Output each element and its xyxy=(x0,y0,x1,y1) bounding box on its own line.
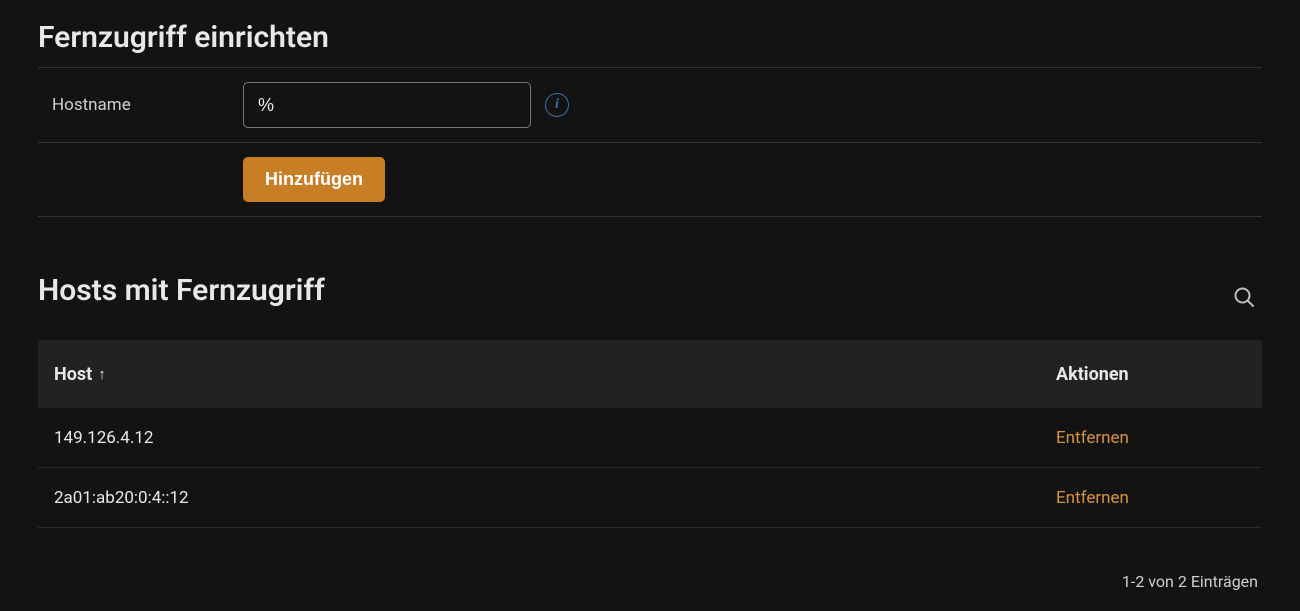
list-title: Hosts mit Fernzugriff xyxy=(38,273,325,308)
remove-link[interactable]: Entfernen xyxy=(1056,428,1129,448)
host-cell: 2a01:ab20:0:4::12 xyxy=(54,488,1056,508)
info-icon[interactable]: i xyxy=(545,93,569,117)
add-button[interactable]: Hinzufügen xyxy=(243,157,385,202)
hostname-row: Hostname i xyxy=(38,68,1262,143)
table-row: 2a01:ab20:0:4::12 Entfernen xyxy=(38,468,1262,528)
column-host-label: Host xyxy=(54,364,92,385)
hostname-input[interactable] xyxy=(243,82,531,128)
column-host[interactable]: Host ↑ xyxy=(54,364,1056,385)
table-row: 149.126.4.12 Entfernen xyxy=(38,408,1262,468)
hosts-table: Host ↑ Aktionen 149.126.4.12 Entfernen 2… xyxy=(38,340,1262,528)
search-icon xyxy=(1232,285,1256,309)
host-cell: 149.126.4.12 xyxy=(54,428,1056,448)
column-actions: Aktionen xyxy=(1056,364,1246,385)
hostname-label: Hostname xyxy=(38,95,243,115)
setup-title: Fernzugriff einrichten xyxy=(38,20,1262,55)
sort-ascending-icon: ↑ xyxy=(98,365,106,383)
remove-link[interactable]: Entfernen xyxy=(1056,488,1129,508)
search-button[interactable] xyxy=(1226,279,1262,315)
button-row: Hinzufügen xyxy=(38,143,1262,217)
pagination-info: 1-2 von 2 Einträgen xyxy=(38,572,1262,591)
table-header: Host ↑ Aktionen xyxy=(38,340,1262,408)
